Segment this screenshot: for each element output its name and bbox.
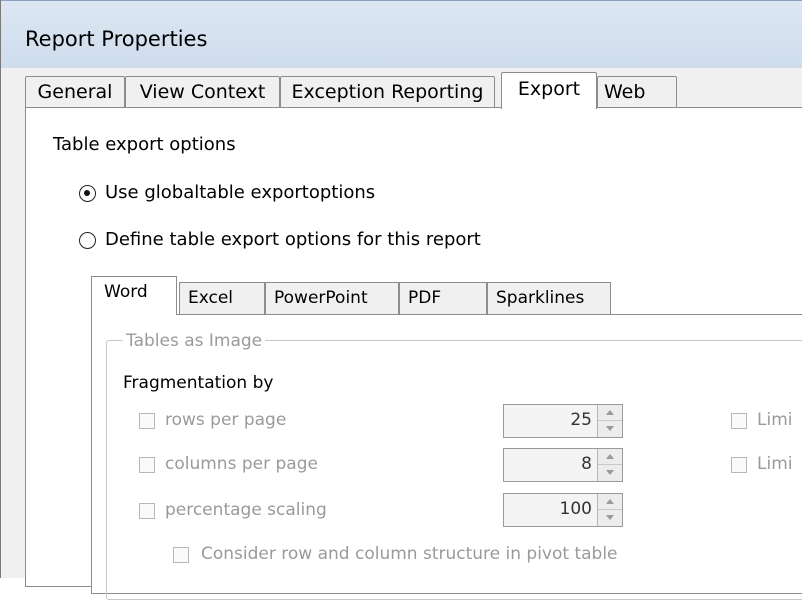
spin-up-button[interactable] bbox=[598, 494, 622, 510]
spinner-arrows-icon[interactable] bbox=[597, 494, 622, 526]
dialog-title: Report Properties bbox=[25, 27, 208, 51]
rows-per-page-checkbox[interactable] bbox=[139, 413, 155, 429]
spinner-arrows-icon[interactable] bbox=[597, 405, 622, 437]
spinner-arrows-icon[interactable] bbox=[597, 449, 622, 481]
consider-structure-checkbox[interactable] bbox=[173, 547, 189, 563]
percentage-scaling-checkbox[interactable] bbox=[139, 503, 155, 519]
columns-per-page-value: 8 bbox=[581, 454, 592, 474]
subtab-sparklines[interactable]: Sparklines bbox=[487, 282, 611, 314]
arrow-up-icon bbox=[606, 410, 614, 415]
limit-label-1: Limi bbox=[757, 410, 793, 430]
arrow-down-icon bbox=[606, 470, 614, 475]
limit-label-2: Limi bbox=[757, 454, 793, 474]
radio-global-options[interactable] bbox=[79, 185, 96, 202]
consider-structure-label: Consider row and column structure in piv… bbox=[201, 544, 618, 564]
limit-checkbox-1[interactable] bbox=[731, 413, 747, 429]
columns-per-page-spinner[interactable]: 8 bbox=[503, 448, 623, 482]
arrow-down-icon bbox=[606, 515, 614, 520]
subtab-excel[interactable]: Excel bbox=[179, 282, 265, 314]
subtab-pdf[interactable]: PDF bbox=[399, 282, 487, 314]
fragmentation-label: Fragmentation by bbox=[123, 373, 274, 393]
spin-up-button[interactable] bbox=[598, 405, 622, 421]
subtab-word[interactable]: Word bbox=[91, 276, 177, 315]
columns-per-page-checkbox[interactable] bbox=[139, 457, 155, 473]
percentage-scaling-spinner[interactable]: 100 bbox=[503, 493, 623, 527]
tab-general[interactable]: General bbox=[25, 76, 125, 108]
percentage-scaling-label: percentage scaling bbox=[165, 500, 327, 520]
tab-export[interactable]: Export bbox=[501, 72, 597, 109]
radio-define-options[interactable] bbox=[79, 232, 96, 249]
columns-per-page-label: columns per page bbox=[165, 454, 318, 474]
rows-per-page-spinner[interactable]: 25 bbox=[503, 404, 623, 438]
tables-as-image-legend: Tables as Image bbox=[123, 331, 266, 351]
tab-view-context[interactable]: View Context bbox=[125, 76, 280, 108]
report-properties-dialog: Report Properties General View Context E… bbox=[0, 0, 802, 600]
arrow-down-icon bbox=[606, 426, 614, 431]
arrow-up-icon bbox=[606, 499, 614, 504]
spin-down-button[interactable] bbox=[598, 510, 622, 526]
tab-exception-reporting[interactable]: Exception Reporting bbox=[280, 76, 495, 108]
percentage-scaling-value: 100 bbox=[559, 499, 592, 519]
subtab-powerpoint[interactable]: PowerPoint bbox=[265, 282, 399, 314]
rows-per-page-label: rows per page bbox=[165, 410, 287, 430]
spin-down-button[interactable] bbox=[598, 421, 622, 437]
table-export-options-label: Table export options bbox=[53, 134, 236, 155]
radio-global-options-label[interactable]: Use globaltable exportoptions bbox=[105, 182, 375, 203]
rows-per-page-value: 25 bbox=[570, 410, 592, 430]
tab-web[interactable]: Web bbox=[597, 76, 677, 108]
title-bar[interactable]: Report Properties bbox=[1, 0, 802, 68]
spin-down-button[interactable] bbox=[598, 465, 622, 481]
radio-define-options-label[interactable]: Define table export options for this rep… bbox=[105, 229, 481, 250]
arrow-up-icon bbox=[606, 454, 614, 459]
spin-up-button[interactable] bbox=[598, 449, 622, 465]
limit-checkbox-2[interactable] bbox=[731, 457, 747, 473]
